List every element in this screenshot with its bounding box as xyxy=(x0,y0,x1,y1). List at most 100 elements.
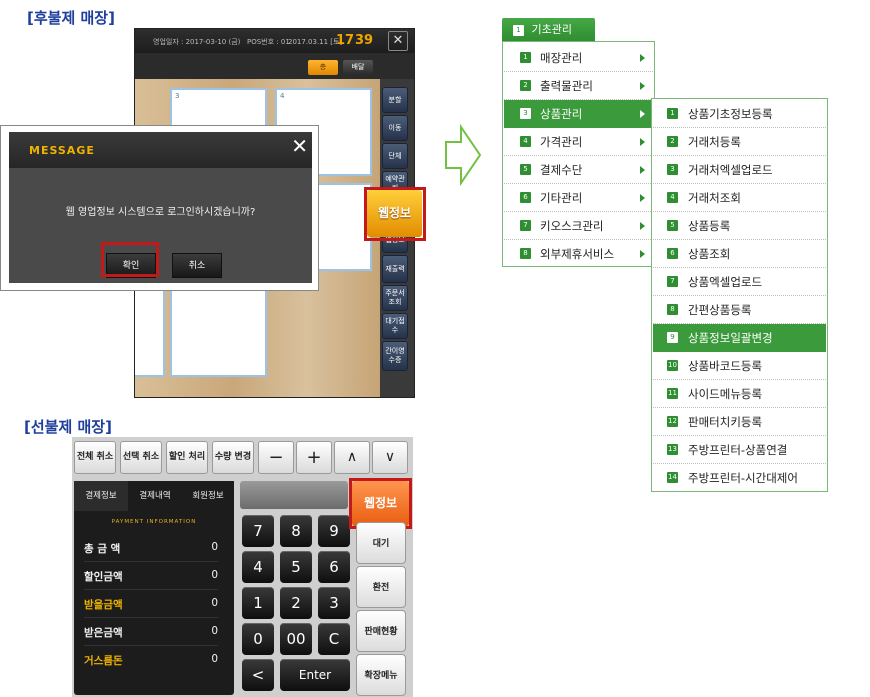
menu-item-print[interactable]: 2 출력물관리 xyxy=(504,72,653,100)
row-value: 0 xyxy=(211,569,218,581)
submenu-item[interactable]: 13 주방프린터-상품연결 xyxy=(653,436,826,464)
tab-payment-history[interactable]: 결제내역 xyxy=(128,481,182,511)
submenu-item[interactable]: 3 거래처엑셀업로드 xyxy=(653,156,826,184)
cancel-all-button[interactable]: 전체 취소 xyxy=(74,441,116,474)
item-label: 매장관리 xyxy=(540,51,583,65)
tab-number: 1 xyxy=(513,24,524,36)
menu-item-other[interactable]: 6 기타관리 xyxy=(504,184,653,212)
extended-menu-button[interactable]: 확장메뉴 xyxy=(356,654,406,696)
key-2[interactable]: 2 xyxy=(280,587,312,619)
discount-button[interactable]: 할인 처리 xyxy=(166,441,208,474)
product-submenu: 1 상품기초정보등록 2 거래처등록 3 거래처엑셀업로드 4 거래처조회 5 상품등록 … xyxy=(651,98,828,492)
submenu-item[interactable]: 4 거래처조회 xyxy=(653,184,826,212)
tab-payment-info[interactable]: 결제정보 xyxy=(74,481,128,511)
item-number: 2 xyxy=(520,80,531,91)
item-label: 사이드메뉴등록 xyxy=(688,387,763,401)
chevron-down-icon[interactable]: ∨ xyxy=(372,441,408,474)
tab-label: 기초관리 xyxy=(531,23,572,36)
key-6[interactable]: 6 xyxy=(318,551,350,583)
cancel-button[interactable]: 취소 xyxy=(172,253,222,278)
split-button[interactable]: 분할 xyxy=(382,87,408,113)
close-icon[interactable]: ✕ xyxy=(291,134,308,158)
amount-received-row: 받은금액 0 xyxy=(84,625,218,646)
item-number: 14 xyxy=(667,472,678,483)
chevron-up-icon[interactable]: ∧ xyxy=(334,441,370,474)
reprint-button[interactable]: 재출력 xyxy=(382,255,408,283)
menu-tab-basic[interactable]: 1 기초관리 xyxy=(502,18,595,41)
key-1[interactable]: 1 xyxy=(242,587,274,619)
row-label: 할인금액 xyxy=(84,571,123,583)
item-number: 8 xyxy=(667,304,678,315)
close-icon[interactable]: ✕ xyxy=(388,31,408,51)
menu-item-kiosk[interactable]: 7 키오스크관리 xyxy=(504,212,653,240)
submenu-item[interactable]: 14 주방프린터-시간대제어 xyxy=(653,464,826,492)
wait-button[interactable]: 대기 xyxy=(356,522,406,564)
key-9[interactable]: 9 xyxy=(318,515,350,547)
amount-display xyxy=(240,481,348,509)
row-value: 0 xyxy=(211,541,218,553)
table-card[interactable] xyxy=(135,289,165,377)
group-button[interactable]: 단체 xyxy=(382,143,408,169)
key-4[interactable]: 4 xyxy=(242,551,274,583)
move-button[interactable]: 이동 xyxy=(382,115,408,141)
submenu-item[interactable]: 6 상품조회 xyxy=(653,240,826,268)
menu-item-product[interactable]: 3 상품관리 xyxy=(504,100,653,128)
menu-item-price[interactable]: 4 가격관리 xyxy=(504,128,653,156)
submenu-item[interactable]: 8 간편상품등록 xyxy=(653,296,826,324)
item-label: 상품바코드등록 xyxy=(688,359,763,373)
menu-item-store[interactable]: 1 매장관리 xyxy=(504,44,653,72)
plus-icon[interactable]: + xyxy=(296,441,332,474)
order-lookup-button[interactable]: 주문서 조회 xyxy=(382,285,408,311)
simple-receipt-button[interactable]: 간이영수증 xyxy=(382,341,408,371)
key-5[interactable]: 5 xyxy=(280,551,312,583)
table-number: 4 xyxy=(280,92,285,100)
tab-member-info[interactable]: 회원정보 xyxy=(182,481,234,511)
submenu-item[interactable]: 5 상품등록 xyxy=(653,212,826,240)
floor-button[interactable]: 층 xyxy=(308,60,338,75)
enter-key[interactable]: Enter xyxy=(280,659,350,691)
submenu-item[interactable]: 1 상품기초정보등록 xyxy=(653,100,826,128)
key-7[interactable]: 7 xyxy=(242,515,274,547)
item-label: 상품정보일괄변경 xyxy=(688,331,773,345)
change-quantity-button[interactable]: 수량 변경 xyxy=(212,441,254,474)
pos-status-bar: 영업일자 : 2017-03-10 (금) POS번호 : 01 2017.03… xyxy=(135,29,414,53)
ok-highlight xyxy=(101,242,159,277)
item-number: 7 xyxy=(520,220,531,231)
key-0[interactable]: 0 xyxy=(242,623,274,655)
dialog-message: 웹 영업정보 시스템으로 로그인하시겠습니까? xyxy=(65,207,256,218)
chevron-right-icon xyxy=(640,82,645,90)
discount-amount-row: 할인금액 0 xyxy=(84,569,218,590)
item-number: 4 xyxy=(667,192,678,203)
backspace-icon[interactable]: < xyxy=(242,659,274,691)
item-label: 거래처등록 xyxy=(688,135,741,149)
exchange-button[interactable]: 환전 xyxy=(356,566,406,608)
submenu-item[interactable]: 2 거래처등록 xyxy=(653,128,826,156)
waiting-button[interactable]: 대기접수 xyxy=(382,313,408,339)
key-3[interactable]: 3 xyxy=(318,587,350,619)
key-8[interactable]: 8 xyxy=(280,515,312,547)
row-value: 0 xyxy=(211,597,218,609)
submenu-item[interactable]: 12 판매터치키등록 xyxy=(653,408,826,436)
row-label: 거스름돈 xyxy=(84,655,123,667)
dialog-title: MESSAGE xyxy=(29,144,95,157)
menu-item-partner[interactable]: 8 외부제휴서비스 xyxy=(504,240,653,268)
submenu-item[interactable]: 11 사이드메뉴등록 xyxy=(653,380,826,408)
delivery-button[interactable]: 배달 xyxy=(343,60,373,75)
payment-panel: 결제정보 결제내역 회원정보 PAYMENT INFORMATION 총 금 액… xyxy=(74,481,234,695)
minus-icon[interactable]: − xyxy=(258,441,294,474)
item-number: 2 xyxy=(667,136,678,147)
submenu-item[interactable]: 7 상품엑셀업로드 xyxy=(653,268,826,296)
cancel-selected-button[interactable]: 선택 취소 xyxy=(120,441,162,474)
key-clear[interactable]: C xyxy=(318,623,350,655)
submenu-item[interactable]: 10 상품바코드등록 xyxy=(653,352,826,380)
menu-item-payment[interactable]: 5 결제수단 xyxy=(504,156,653,184)
item-number: 8 xyxy=(520,248,531,259)
chevron-right-icon xyxy=(640,166,645,174)
chevron-right-icon xyxy=(640,110,645,118)
key-00[interactable]: 00 xyxy=(280,623,312,655)
item-number: 6 xyxy=(520,192,531,203)
submenu-item-bulk-edit[interactable]: 9 상품정보일괄변경 xyxy=(653,324,826,352)
sales-status-button[interactable]: 판매현황 xyxy=(356,610,406,652)
item-label: 거래처조회 xyxy=(688,191,741,205)
table-card[interactable] xyxy=(170,289,267,377)
